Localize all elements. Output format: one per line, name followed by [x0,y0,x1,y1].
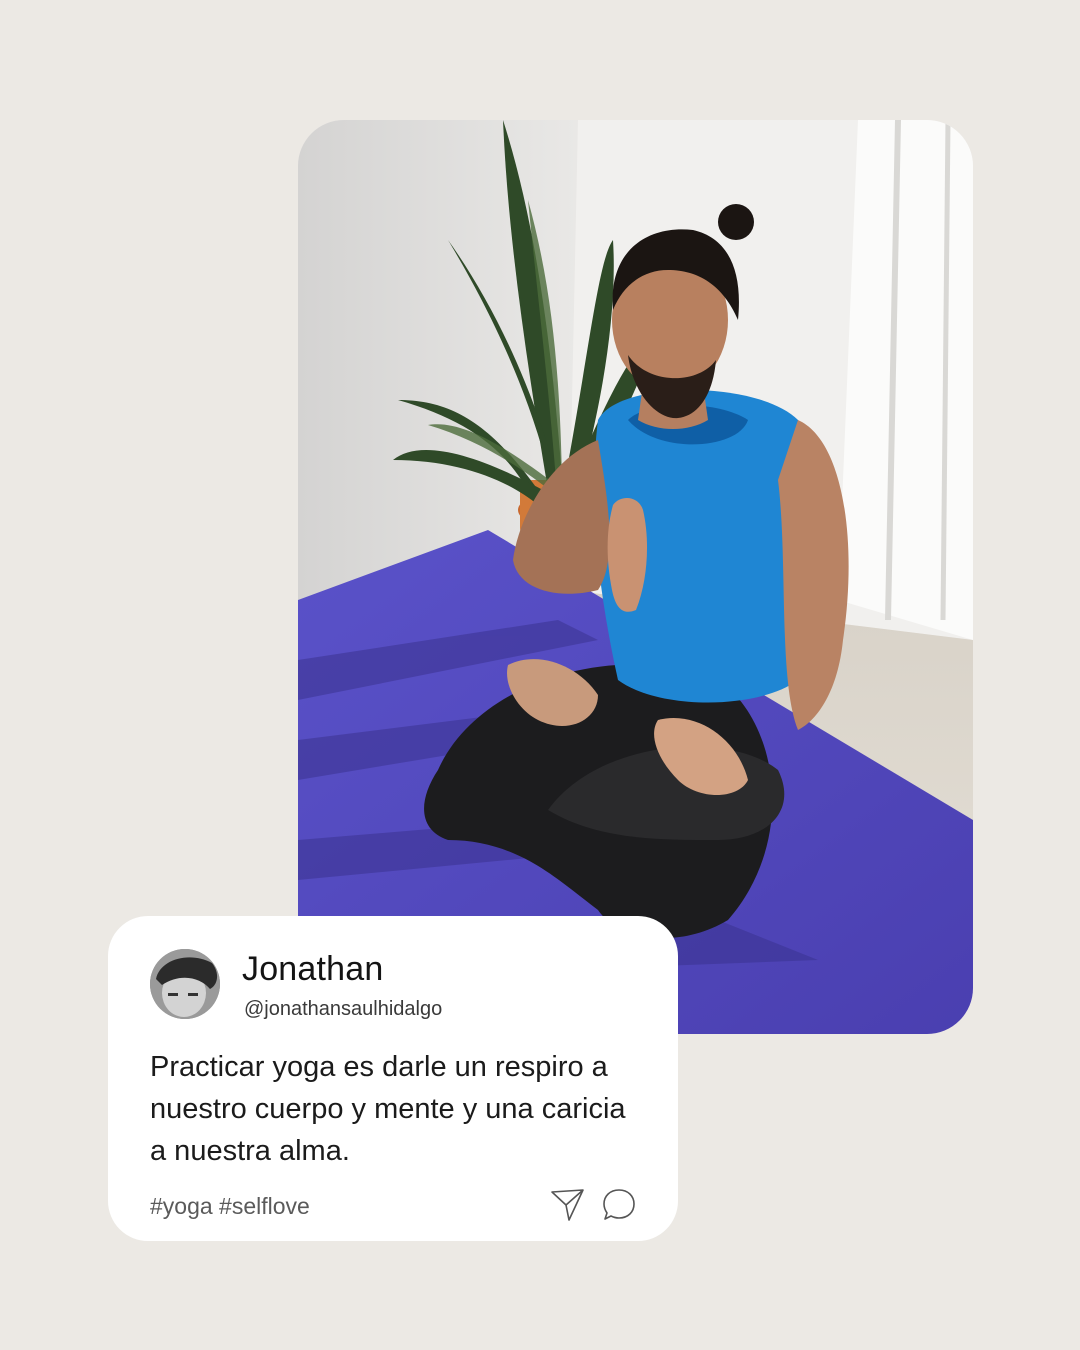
comment-button[interactable] [600,1186,638,1224]
post-card: Jonathan @jonathansaulhidalgo Practicar … [108,916,678,1241]
share-button[interactable] [549,1186,587,1224]
post-hashtags[interactable]: #yoga #selflove [150,1191,310,1221]
yoga-photo-illustration [298,120,973,1034]
post-text: Practicar yoga es darle un respiro a nue… [150,1051,626,1167]
avatar-image [150,949,220,1019]
post-photo[interactable] [298,120,973,1034]
send-icon [551,1189,584,1221]
comment-icon [603,1189,635,1220]
author-handle[interactable]: @jonathansaulhidalgo [244,997,442,1021]
author-avatar[interactable] [150,949,220,1019]
author-name[interactable]: Jonathan [242,949,384,989]
